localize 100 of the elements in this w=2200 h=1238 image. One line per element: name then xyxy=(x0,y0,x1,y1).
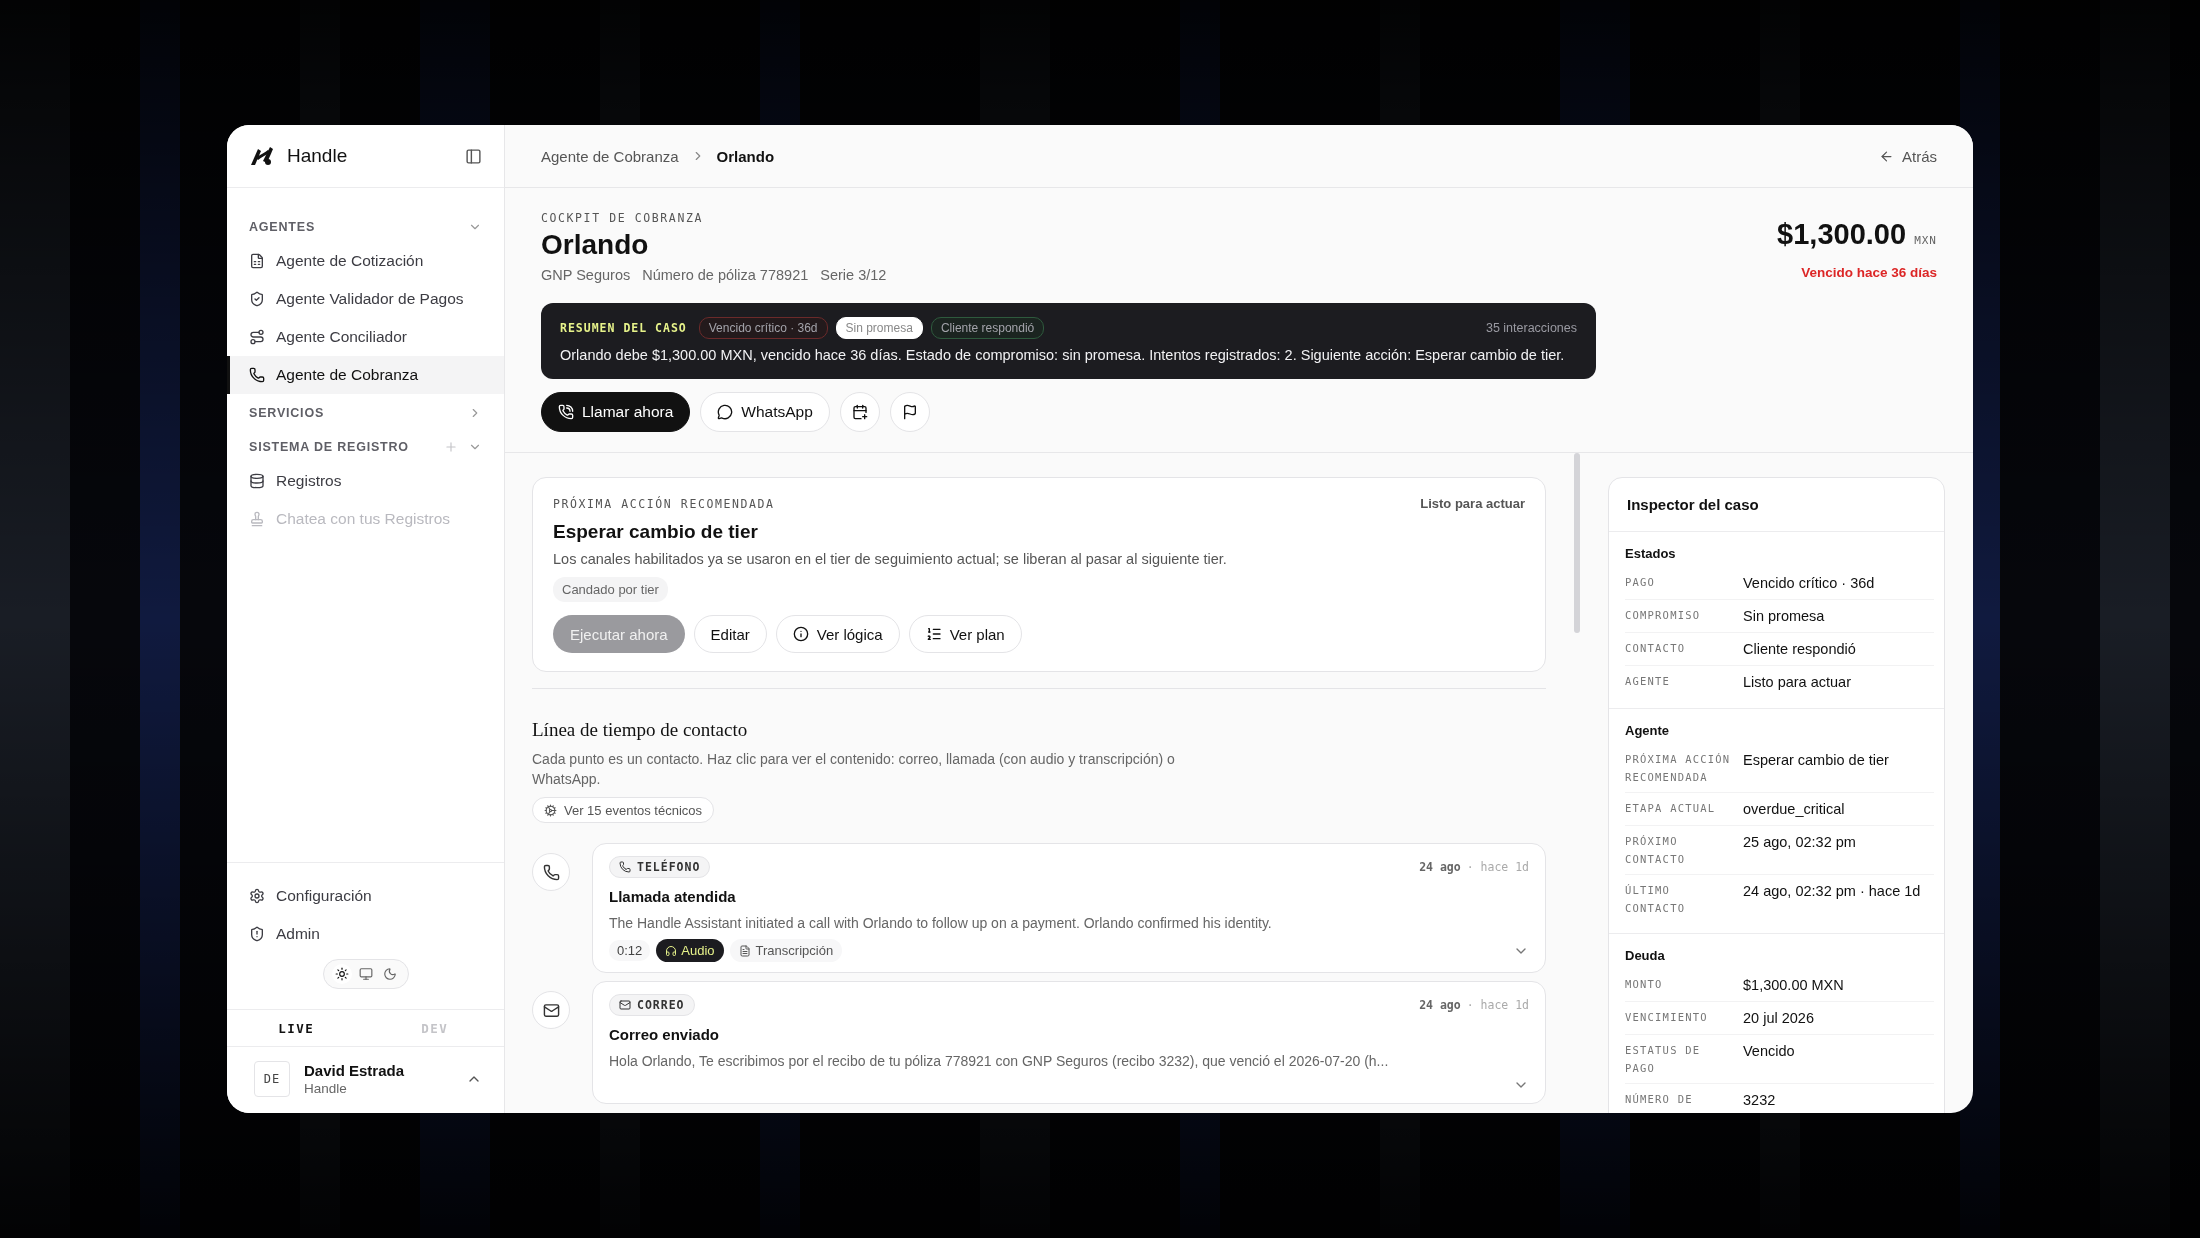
mail-icon xyxy=(619,999,631,1011)
breadcrumb-item: Orlando xyxy=(716,147,775,165)
spreadsheet-icon xyxy=(249,253,265,269)
logic-button[interactable]: Ver lógica xyxy=(775,615,900,653)
field-value: $1,300.00 MXN xyxy=(1743,976,1845,995)
plan-button[interactable]: Ver plan xyxy=(908,615,1022,653)
settings-icon xyxy=(249,888,265,904)
brand-name: Handle xyxy=(287,145,349,167)
nav-item[interactable]: Admin xyxy=(227,915,504,953)
panel-icon xyxy=(465,147,482,165)
phone-icon xyxy=(249,367,265,383)
nav-item[interactable]: Agente de Cobranza xyxy=(227,356,504,394)
channel-tag: CORREO xyxy=(609,994,695,1016)
event-card[interactable]: CORREO 24 ago · hace 1d Correo enviado Hola Orlando, Te escribimos por el recibo de tu póliza 778921 con GNP Seguros (recibo 3232), que venció el 2026-07-20 (h... xyxy=(592,981,1546,1104)
section-heading: Línea de tiempo de contacto xyxy=(532,719,749,741)
tier-tag: Candado por tier xyxy=(553,577,668,602)
field-value: overdue_critical xyxy=(1743,800,1846,819)
shield-alert-icon xyxy=(249,926,265,942)
nav-item[interactable]: Configuración xyxy=(227,877,504,915)
user-organization: Handle xyxy=(304,1081,348,1096)
field-value: Esperar cambio de tier xyxy=(1743,751,1890,770)
field-label: PRÓXIMO CONTACTO xyxy=(1625,834,1687,867)
audio-button[interactable]: Audio xyxy=(656,939,724,962)
database-icon xyxy=(249,473,265,489)
event-text: The Handle Assistant initiated a call with Orlando to follow up on a payment. Orlando confirmed his identity. xyxy=(609,915,1273,931)
theme-button[interactable] xyxy=(331,964,352,984)
environment-tab[interactable]: LIVE xyxy=(227,1010,366,1046)
user-avatar: DE xyxy=(254,1061,290,1097)
field-value: 24 ago, 02:32 pm · hace 1d xyxy=(1743,882,1922,901)
nav-item[interactable]: Registros xyxy=(227,462,504,500)
field-value: 20 jul 2026 xyxy=(1743,1009,1815,1028)
section-title: SERVICIOS xyxy=(249,406,326,420)
nav-item[interactable]: Agente Validador de Pagos xyxy=(227,280,504,318)
user-name: David Estrada xyxy=(304,1062,406,1079)
status-tag: Vencido crítico · 36d xyxy=(698,317,828,339)
field-value: Cliente respondió xyxy=(1743,640,1857,659)
back-link[interactable]: Atrás xyxy=(1879,147,1937,165)
phone-call-icon xyxy=(558,404,574,420)
page-eyebrow: COCKPIT DE COBRANZA xyxy=(541,211,704,225)
stamp-icon xyxy=(249,511,265,527)
field-value: Sin promesa xyxy=(1743,607,1826,626)
amount-due: $1,300.00 xyxy=(1777,218,1907,251)
channel-tag: TELÉFONO xyxy=(609,856,711,878)
nav-item[interactable]: Agente Conciliador xyxy=(227,318,504,356)
event-title: Correo enviado xyxy=(609,1026,721,1043)
field-value: 25 ago, 02:32 pm xyxy=(1743,833,1857,852)
scrollbar-thumb[interactable] xyxy=(1574,453,1580,633)
field-label: ETAPA ACTUAL xyxy=(1625,801,1717,816)
field-label: VENCIMIENTO xyxy=(1625,1010,1709,1025)
list-icon xyxy=(925,626,942,642)
monitor-icon xyxy=(358,967,373,981)
event-age: · hace 1d xyxy=(1466,860,1529,874)
flag-button[interactable] xyxy=(889,392,930,432)
section-title: Deuda xyxy=(1625,948,1666,963)
action-description: Los canales habilitados ya se usaron en el tier de seguimiento actual; se liberan al pasar al siguiente tier. xyxy=(553,551,1228,567)
phone-icon xyxy=(619,861,631,873)
info-icon xyxy=(792,626,809,642)
schedule-button[interactable] xyxy=(839,392,880,432)
action-status: Listo para actuar xyxy=(1420,496,1525,511)
field-value: 3232 xyxy=(1743,1091,1777,1110)
field-label: PRÓXIMA ACCIÓN RECOMENDADA xyxy=(1625,752,1732,785)
edit-button[interactable]: Editar xyxy=(693,615,767,653)
breadcrumb-item[interactable]: Agente de Cobranza xyxy=(541,147,679,165)
transcript-button[interactable]: Transcripción xyxy=(729,939,843,962)
panel-title: Inspector del caso xyxy=(1609,478,1944,532)
call-duration: 0:12 xyxy=(609,940,651,961)
event-age: · hace 1d xyxy=(1466,998,1529,1012)
technical-events-button[interactable]: Ver 15 eventos técnicos xyxy=(532,797,715,823)
field-label: MONTO xyxy=(1625,977,1664,992)
section-title: AGENTES xyxy=(249,220,317,234)
mail-icon xyxy=(542,1001,560,1019)
status-tag: Cliente respondió xyxy=(930,317,1045,339)
document-icon xyxy=(738,944,751,957)
flag-icon xyxy=(901,404,918,420)
event-card[interactable]: TELÉFONO 24 ago · hace 1d Llamada atendida The Handle Assistant initiated a call with Orlando to follow up on a payment. Orlando confirmed his identity. 0:12 Audio Transcripción xyxy=(592,843,1546,973)
case-meta: Número de póliza 778921 xyxy=(642,267,809,283)
field-label: CONTACTO xyxy=(1625,641,1687,656)
phone-icon xyxy=(542,863,560,881)
field-label: PAGO xyxy=(1625,575,1657,590)
section-title: Estados xyxy=(1625,546,1677,561)
field-label: ESTATUS DE PAGO xyxy=(1625,1043,1702,1076)
field-value: Vencido xyxy=(1743,1042,1796,1061)
sidebar-toggle-button[interactable] xyxy=(465,147,482,165)
shield-check-icon xyxy=(249,291,265,307)
field-label: AGENTE xyxy=(1625,674,1672,689)
field-value: Listo para actuar xyxy=(1743,673,1852,692)
action-title: Esperar cambio de tier xyxy=(553,521,759,543)
case-title: Orlando xyxy=(541,229,650,261)
section-title: SISTEMA DE REGISTRO xyxy=(249,440,410,454)
summary-text: Orlando debe $1,300.00 MXN, vencido hace 36 días. Estado de compromiso: sin promesa. Intentos registrados: 2. Siguiente acción: Esperar cambio de tier. xyxy=(560,347,1566,363)
whatsapp-button[interactable]: WhatsApp xyxy=(700,392,830,432)
status-tag: Sin promesa xyxy=(835,317,923,339)
call-button[interactable]: Llamar ahora xyxy=(541,392,691,432)
interaction-count: 35 interacciones xyxy=(1485,321,1577,335)
currency-code: MXN xyxy=(1914,234,1937,247)
summary-label: RESUMEN DEL CASO xyxy=(560,321,687,335)
moon-icon xyxy=(382,967,397,981)
nav-item[interactable]: Agente de Cotización xyxy=(227,242,504,280)
headphones-icon xyxy=(665,944,678,957)
field-label: ÚLTIMO CONTACTO xyxy=(1625,883,1687,916)
